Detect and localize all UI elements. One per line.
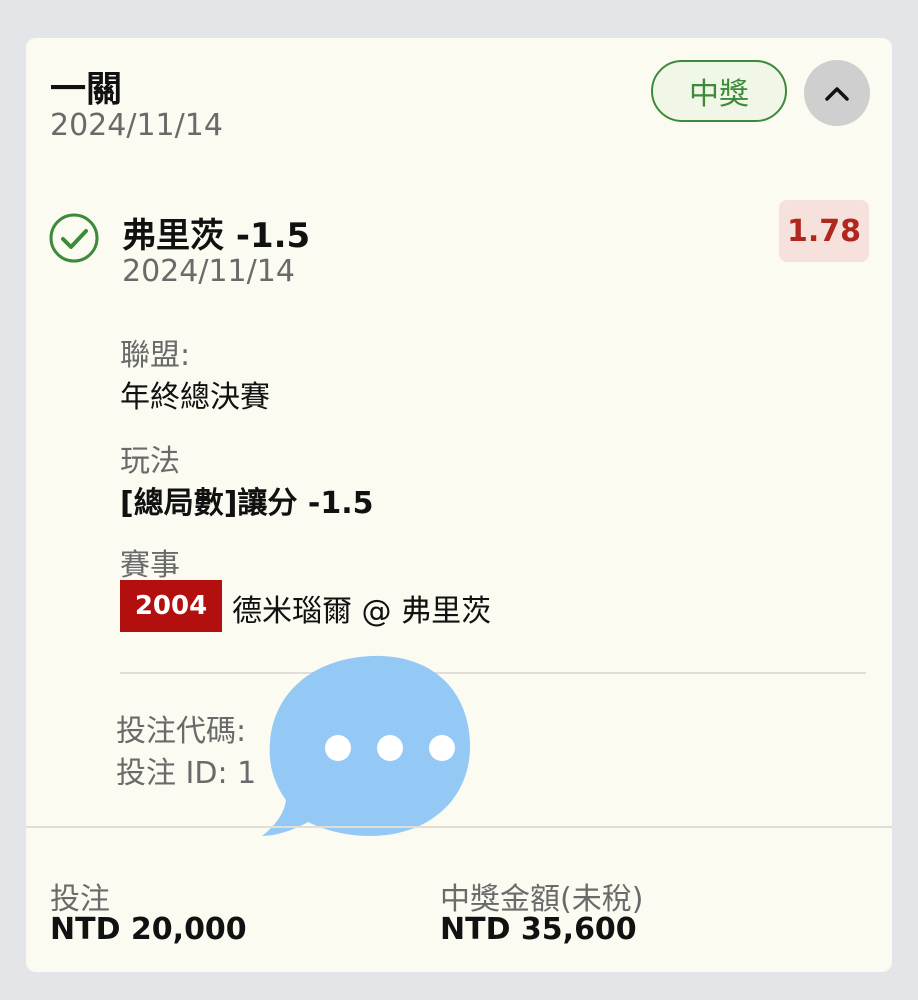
match-label: 賽事	[120, 548, 180, 583]
league-label: 聯盟:	[120, 338, 191, 373]
status-badge: 中獎	[651, 60, 787, 122]
play-type-label: 玩法	[120, 444, 180, 479]
collapse-button[interactable]	[804, 60, 870, 126]
chat-bubble-icon	[262, 655, 471, 836]
match-name: 德米瑙爾 @ 弗里茨	[232, 594, 492, 629]
bet-code-label: 投注代碼:	[116, 714, 247, 749]
bet-type-title: 一關	[50, 69, 123, 110]
divider	[26, 826, 892, 828]
odds-badge: 1.78	[779, 200, 869, 262]
chevron-up-icon	[825, 87, 849, 101]
league-value: 年終總決賽	[120, 380, 270, 415]
match-code-badge: 2004	[120, 580, 222, 632]
bet-id-label: 投注 ID: 1	[116, 756, 257, 791]
stake-value: NTD 20,000	[50, 912, 247, 947]
bet-card: 一關 2024/11/14 中獎 弗里茨 -1.5 2024/11/14 1.7…	[26, 38, 892, 972]
play-type-value: [總局數]讓分 -1.5	[120, 486, 374, 521]
divider	[120, 672, 866, 674]
check-circle-icon	[49, 213, 99, 263]
bet-date: 2024/11/14	[50, 108, 223, 143]
selection-date: 2024/11/14	[122, 254, 295, 289]
selection-name: 弗里茨 -1.5	[122, 216, 311, 256]
payout-value: NTD 35,600	[440, 912, 637, 947]
